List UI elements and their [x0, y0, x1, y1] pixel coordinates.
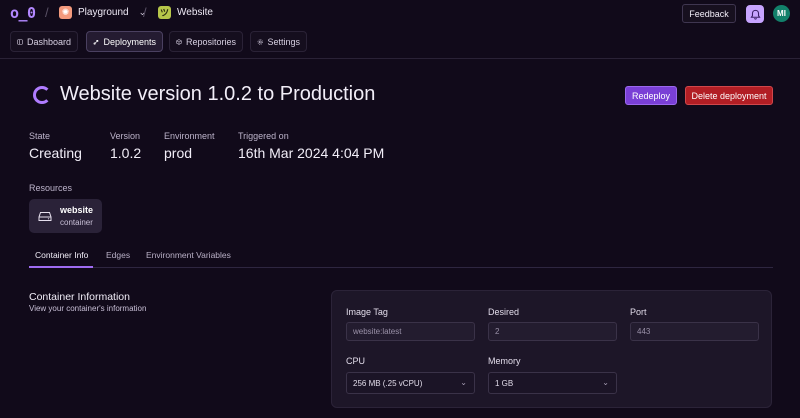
user-avatar[interactable]: MI [773, 5, 790, 22]
stat-label: State [29, 131, 51, 141]
breadcrumb-project-label: Playground [78, 7, 129, 18]
section-subtitle: View your container's information [29, 304, 147, 313]
port-field[interactable]: 443 [630, 322, 759, 341]
chevron-down-icon: ⌄ [460, 378, 467, 387]
box-icon [176, 38, 182, 45]
top-bar: o_0 / ✺ Playground ⌄ / ツ Website Feedbac… [0, 0, 800, 28]
stat-environment: Environment prod [164, 131, 215, 161]
gear-icon [257, 38, 263, 45]
active-tab-indicator [29, 266, 93, 268]
image-tag-label: Image Tag [346, 307, 388, 317]
desired-label: Desired [488, 307, 520, 317]
nav-deployments-label: Deployments [103, 36, 156, 47]
resource-name: website [60, 205, 94, 215]
tab-container-info[interactable]: Container Info [35, 250, 88, 260]
detail-tabs: Container Info Edges Environment Variabl… [0, 250, 800, 268]
container-info-panel: Image Tag website:latest Desired 2 Port … [331, 290, 772, 408]
desired-field[interactable]: 2 [488, 322, 617, 341]
resource-type: container [60, 218, 93, 227]
main-nav: Dashboard Deployments Repositories Setti… [0, 31, 800, 53]
deployments-icon [93, 39, 99, 45]
stat-value: Creating [29, 145, 82, 161]
app-logo[interactable]: o_0 [10, 4, 36, 22]
tabs-divider [29, 267, 773, 268]
bell-icon [749, 9, 761, 20]
breadcrumb-app[interactable]: ツ Website [158, 6, 213, 19]
stat-version: Version 1.0.2 [110, 131, 141, 161]
stat-state: State Creating [29, 131, 82, 161]
nav-settings[interactable]: Settings [250, 31, 307, 52]
stat-label: Environment [164, 131, 215, 141]
breadcrumb-separator: / [143, 5, 147, 20]
resources-label: Resources [29, 183, 73, 193]
stat-label: Triggered on [238, 131, 289, 141]
page-title: Website version 1.0.2 to Production [60, 83, 376, 105]
nav-deployments[interactable]: Deployments [86, 31, 163, 52]
image-tag-field[interactable]: website:latest [346, 322, 475, 341]
stat-value: prod [164, 145, 193, 161]
nav-dashboard-label: Dashboard [26, 36, 71, 47]
memory-select[interactable]: 1 GB ⌄ [488, 372, 617, 394]
stat-label: Version [110, 131, 141, 141]
breadcrumb-app-label: Website [177, 7, 213, 18]
sparkle-icon: ✺ [59, 6, 72, 19]
nav-settings-label: Settings [267, 36, 300, 47]
tab-environment-variables[interactable]: Environment Variables [146, 250, 231, 260]
redeploy-button[interactable]: Redeploy [625, 86, 677, 105]
dashboard-icon [17, 38, 23, 45]
notifications-button[interactable] [746, 5, 764, 23]
cpu-select[interactable]: 256 MB (.25 vCPU) ⌄ [346, 372, 475, 394]
breadcrumb-separator: / [45, 5, 49, 20]
section-title: Container Information [29, 291, 130, 303]
loading-spinner-icon [33, 86, 51, 104]
feedback-button[interactable]: Feedback [682, 4, 736, 23]
cpu-select-value: 256 MB (.25 vCPU) [353, 378, 423, 388]
hard-drive-icon [38, 211, 52, 221]
tab-edges[interactable]: Edges [106, 250, 130, 260]
memory-select-value: 1 GB [495, 378, 514, 388]
resource-text: website container [60, 205, 93, 227]
nav-repositories-label: Repositories [185, 36, 236, 47]
nav-dashboard[interactable]: Dashboard [10, 31, 78, 52]
cpu-label: CPU [346, 356, 366, 366]
header-divider [0, 58, 800, 59]
stat-value: 16th Mar 2024 4:04 PM [238, 145, 385, 161]
smile-face-icon: ツ [158, 6, 171, 19]
nav-repositories[interactable]: Repositories [169, 31, 243, 52]
stat-triggered-on: Triggered on 16th Mar 2024 4:04 PM [238, 131, 384, 161]
stat-value: 1.0.2 [110, 145, 142, 161]
memory-label: Memory [488, 356, 521, 366]
breadcrumb-project[interactable]: ✺ Playground ⌄ [59, 6, 146, 19]
port-label: Port [630, 307, 647, 317]
chevron-down-icon: ⌄ [602, 378, 609, 387]
delete-deployment-button[interactable]: Delete deployment [685, 86, 773, 105]
resource-card-website[interactable]: website container [29, 199, 102, 233]
